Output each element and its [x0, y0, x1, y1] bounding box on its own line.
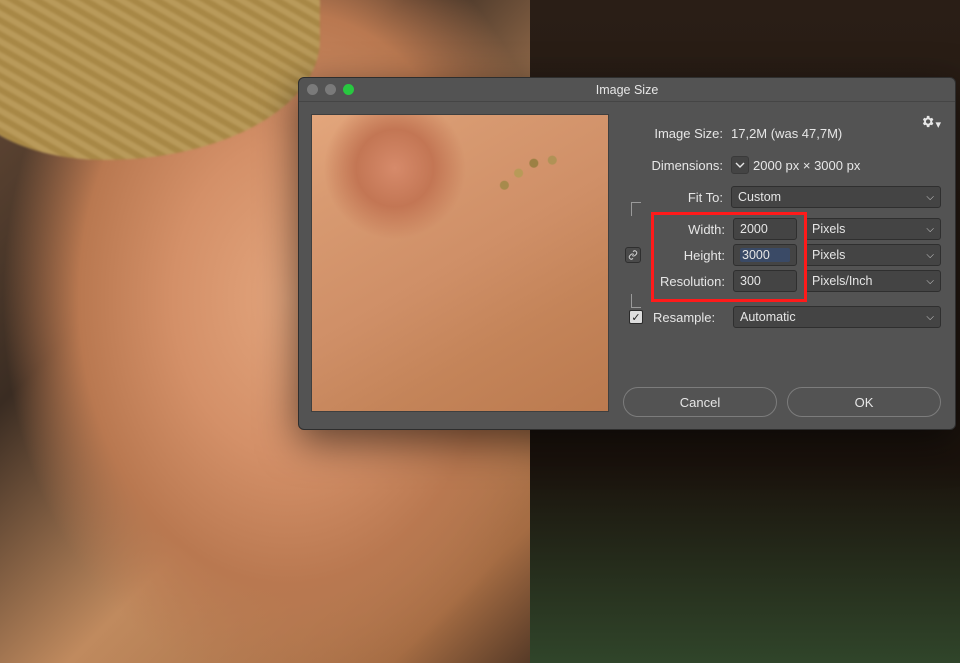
- ok-button[interactable]: OK: [787, 387, 941, 417]
- resolution-label: Resolution:: [651, 274, 725, 289]
- dialog-titlebar[interactable]: Image Size: [299, 78, 955, 102]
- height-unit-select[interactable]: Pixels ⌵: [805, 244, 941, 266]
- width-unit-value: Pixels: [812, 222, 845, 236]
- chevron-down-icon: [735, 160, 745, 170]
- link-icon: [628, 250, 638, 260]
- window-controls: [307, 84, 354, 95]
- image-preview[interactable]: [311, 114, 609, 412]
- window-close-button[interactable]: [307, 84, 318, 95]
- window-minimize-button[interactable]: [325, 84, 336, 95]
- height-label: Height:: [651, 248, 725, 263]
- image-size-value: 17,2M (was 47,7M): [731, 126, 842, 141]
- resolution-input[interactable]: [733, 270, 797, 292]
- resample-checkbox[interactable]: ✓: [629, 310, 643, 324]
- height-input[interactable]: [733, 244, 797, 266]
- width-input[interactable]: [733, 218, 797, 240]
- link-bracket-icon: [631, 202, 641, 216]
- constrain-proportions-icon[interactable]: [625, 247, 641, 263]
- image-size-label: Image Size:: [623, 126, 723, 141]
- window-zoom-button[interactable]: [343, 84, 354, 95]
- image-size-form: ▾ Image Size: 17,2M (was 47,7M) Dimensio…: [623, 114, 941, 417]
- height-unit-value: Pixels: [812, 248, 845, 262]
- chevron-down-icon: ⌵: [926, 312, 934, 323]
- resample-select[interactable]: Automatic ⌵: [733, 306, 941, 328]
- chevron-down-icon: ⌵: [926, 224, 934, 235]
- dimensions-value: 2000 px × 3000 px: [753, 158, 860, 173]
- cancel-button[interactable]: Cancel: [623, 387, 777, 417]
- dialog-title: Image Size: [299, 83, 955, 97]
- width-unit-select[interactable]: Pixels ⌵: [805, 218, 941, 240]
- dimensions-unit-dropdown[interactable]: [731, 156, 749, 174]
- resolution-unit-select[interactable]: Pixels/Inch ⌵: [805, 270, 941, 292]
- resample-value: Automatic: [740, 310, 796, 324]
- fit-to-select[interactable]: Custom ⌵: [731, 186, 941, 208]
- image-size-dialog: Image Size ▾ Image Size: 17,2M (was 47,7…: [298, 77, 956, 430]
- width-label: Width:: [651, 222, 725, 237]
- resample-label: Resample:: [651, 310, 725, 325]
- fit-to-value: Custom: [738, 190, 781, 204]
- chevron-down-icon: ⌵: [926, 192, 934, 203]
- chevron-down-icon: ⌵: [926, 250, 934, 261]
- resolution-unit-value: Pixels/Inch: [812, 274, 872, 288]
- chevron-down-icon: ⌵: [926, 276, 934, 287]
- link-bracket-icon: [631, 294, 641, 308]
- gear-icon[interactable]: ▾: [920, 114, 941, 132]
- dimensions-label: Dimensions:: [623, 158, 723, 173]
